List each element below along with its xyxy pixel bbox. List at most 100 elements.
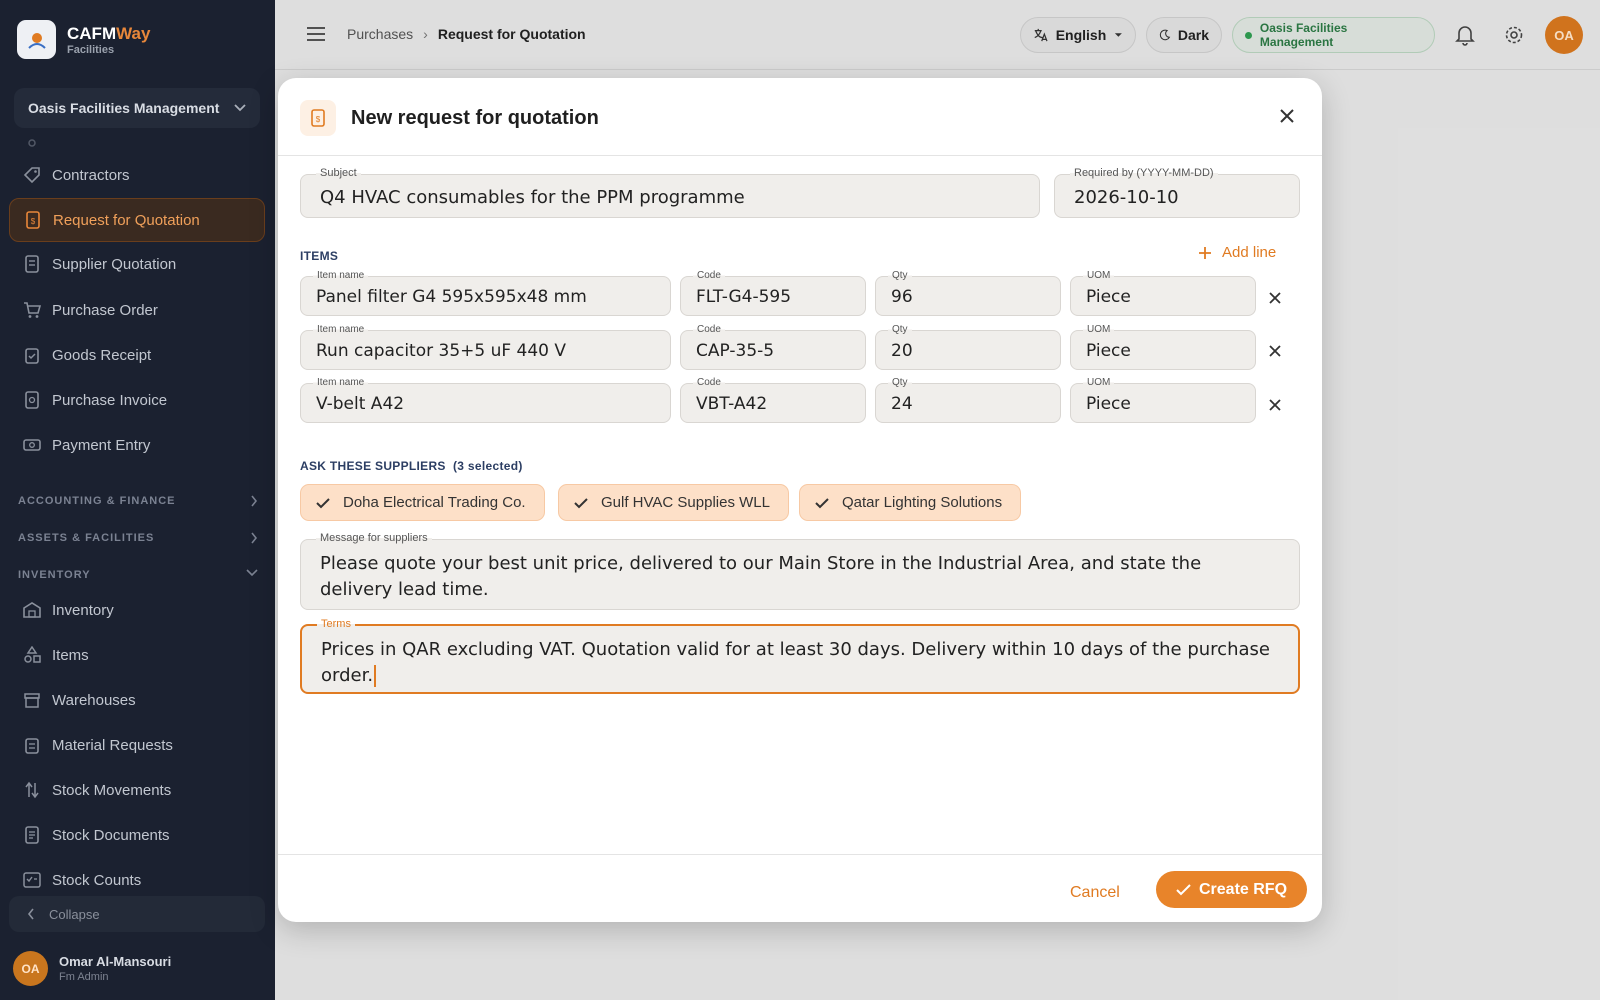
message-label: Message for suppliers — [316, 532, 432, 544]
cart-icon — [23, 301, 41, 319]
document-icon: $ — [300, 100, 336, 136]
swap-icon — [23, 781, 41, 799]
invoice-icon — [23, 391, 41, 409]
supplier-chip[interactable]: Qatar Lighting Solutions — [799, 484, 1022, 521]
item-uom-input[interactable]: UOM Piece — [1070, 377, 1256, 423]
brand-name: CAFMWay — [67, 23, 151, 43]
sidebar-item-material-requests[interactable]: Material Requests — [9, 723, 265, 767]
sidebar-item-purchase-order[interactable]: Purchase Order — [9, 288, 265, 332]
required-by-value: 2026-10-10 — [1074, 187, 1179, 208]
user-role: Fm Admin — [59, 971, 109, 983]
clipboard-list-icon — [23, 736, 41, 754]
document-icon: $ — [24, 211, 42, 229]
sidebar-item-label: Request for Quotation — [53, 211, 200, 229]
items-section-label: ITEMS — [300, 249, 339, 263]
sidebar-item-items[interactable]: Items — [9, 633, 265, 677]
check-icon — [316, 497, 330, 508]
docs-icon — [23, 826, 41, 844]
rfq-modal: $ New request for quotation Subject Q4 H… — [278, 78, 1322, 922]
sidebar-item-label: Stock Movements — [52, 781, 172, 799]
sidebar-item-label: Purchase Order — [52, 301, 158, 319]
terms-label: Terms — [317, 618, 355, 630]
item-code-input[interactable]: Code CAP-35-5 — [680, 324, 866, 370]
sidebar-item-purchase-invoice[interactable]: Purchase Invoice — [9, 378, 265, 422]
brand[interactable]: CAFMWay Facilities — [17, 20, 150, 59]
item-qty-input[interactable]: Qty 96 — [875, 270, 1061, 316]
user-profile[interactable]: OA Omar Al-Mansouri Fm Admin — [13, 951, 171, 986]
remove-line-icon[interactable] — [1268, 344, 1284, 360]
item-uom-input[interactable]: UOM Piece — [1070, 324, 1256, 370]
sidebar-item-label: Purchase Invoice — [52, 391, 168, 409]
modal-header: $ New request for quotation — [278, 78, 1322, 156]
suppliers-count: (3 selected) — [453, 459, 523, 473]
sidebar-item-stock-movements[interactable]: Stock Movements — [9, 768, 265, 812]
sidebar-item-label: Warehouses — [52, 691, 136, 709]
sidebar-item-stock-documents[interactable]: Stock Documents — [9, 813, 265, 857]
check-icon — [574, 497, 588, 508]
item-qty-input[interactable]: Qty 24 — [875, 377, 1061, 423]
sidebar: CAFMWay Facilities Oasis Facilities Mana… — [0, 0, 275, 1000]
check-icon — [1176, 883, 1191, 895]
sidebar-section-assets[interactable]: ASSETS & FACILITIES — [18, 532, 258, 544]
chevron-left-icon — [27, 908, 34, 920]
required-by-label: Required by (YYYY-MM-DD) — [1070, 167, 1218, 179]
sidebar-item-request-for-quotation[interactable]: $ Request for Quotation — [9, 198, 265, 242]
item-name-input[interactable]: Item name Panel filter G4 595x595x48 mm — [300, 270, 671, 316]
subject-value: Q4 HVAC consumables for the PPM programm… — [320, 187, 745, 208]
item-code-input[interactable]: Code VBT-A42 — [680, 377, 866, 423]
close-icon[interactable] — [1278, 107, 1298, 127]
item-code-input[interactable]: Code FLT-G4-595 — [680, 270, 866, 316]
sidebar-item-contractors[interactable]: Contractors — [9, 153, 265, 197]
sidebar-section-inventory[interactable]: INVENTORY — [18, 569, 258, 581]
sidebar-nav: Contractors $ Request for Quotation Supp… — [0, 138, 275, 888]
sidebar-item-supplier-quotation[interactable]: Supplier Quotation — [9, 242, 265, 286]
item-uom-input[interactable]: UOM Piece — [1070, 270, 1256, 316]
collapse-label: Collapse — [49, 906, 100, 922]
supplier-chip[interactable]: Doha Electrical Trading Co. — [300, 484, 545, 521]
subject-field[interactable]: Subject Q4 HVAC consumables for the PPM … — [300, 167, 1040, 218]
cancel-button[interactable]: Cancel — [1070, 884, 1120, 902]
brand-logo-icon — [17, 20, 56, 59]
item-name-input[interactable]: Item name V-belt A42 — [300, 377, 671, 423]
message-value: Please quote your best unit price, deliv… — [320, 553, 1202, 600]
modal-title: New request for quotation — [351, 107, 599, 129]
cash-icon — [23, 436, 41, 454]
sidebar-item-label: Supplier Quotation — [52, 255, 177, 273]
remove-line-icon[interactable] — [1268, 291, 1284, 307]
warehouse-icon — [23, 601, 41, 619]
org-select-label: Oasis Facilities Management — [28, 100, 220, 116]
svg-text:$: $ — [31, 217, 36, 226]
sidebar-section-accounting[interactable]: ACCOUNTING & FINANCE — [18, 495, 258, 507]
avatar: OA — [13, 951, 48, 986]
sidebar-item-label: Payment Entry — [52, 436, 151, 454]
checklist-icon — [23, 871, 41, 888]
sidebar-item-goods-receipt[interactable]: Goods Receipt — [9, 333, 265, 377]
sidebar-item-payment-entry[interactable]: Payment Entry — [9, 423, 265, 467]
org-select[interactable]: Oasis Facilities Management — [14, 88, 260, 128]
chevron-right-icon — [251, 532, 258, 544]
remove-line-icon[interactable] — [1268, 398, 1284, 414]
sidebar-item-label: Stock Counts — [52, 871, 142, 889]
chevron-right-icon — [251, 495, 258, 507]
store-icon — [23, 691, 41, 709]
sidebar-item-inventory[interactable]: Inventory — [9, 588, 265, 632]
item-qty-input[interactable]: Qty 20 — [875, 324, 1061, 370]
suppliers-section-label: ASK THESE SUPPLIERS (3 selected) — [300, 459, 523, 473]
terms-textarea[interactable]: Terms Prices in QAR excluding VAT. Quota… — [300, 618, 1300, 694]
message-textarea[interactable]: Message for suppliers Please quote your … — [300, 532, 1300, 610]
item-name-input[interactable]: Item name Run capacitor 35+5 uF 440 V — [300, 324, 671, 370]
terms-value: Prices in QAR excluding VAT. Quotation v… — [321, 639, 1270, 687]
supplier-chip[interactable]: Gulf HVAC Supplies WLL — [558, 484, 789, 521]
shapes-icon — [23, 646, 41, 664]
plus-icon — [1199, 246, 1211, 259]
receipt-icon — [23, 255, 41, 273]
sidebar-item-warehouses[interactable]: Warehouses — [9, 678, 265, 722]
sidebar-item-stock-counts[interactable]: Stock Counts — [9, 858, 265, 888]
svg-text:$: $ — [316, 115, 321, 124]
create-rfq-button[interactable]: Create RFQ — [1156, 871, 1307, 908]
add-line-button[interactable]: Add line — [1198, 244, 1276, 261]
required-by-field[interactable]: Required by (YYYY-MM-DD) 2026-10-10 — [1054, 167, 1300, 218]
subject-label: Subject — [316, 167, 361, 179]
sidebar-item-label: Inventory — [52, 601, 114, 619]
collapse-button[interactable]: Collapse — [9, 896, 265, 932]
